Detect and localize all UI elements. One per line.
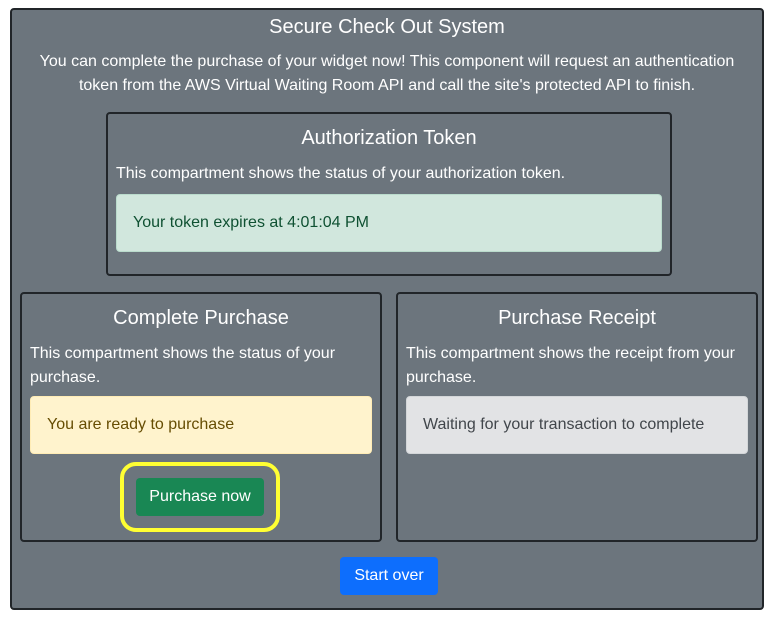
purchase-receipt-title: Purchase Receipt xyxy=(498,307,656,329)
authorization-token-description: This compartment shows the status of you… xyxy=(116,165,566,182)
token-status-text: Your token expires at 4:01:04 PM xyxy=(133,214,369,231)
token-status-alert: Your token expires at 4:01:04 PM xyxy=(116,194,662,252)
authorization-token-title: Authorization Token xyxy=(301,127,477,149)
receipt-status-alert: Waiting for your transaction to complete xyxy=(406,396,748,454)
intro-text: You can complete the purchase of your wi… xyxy=(39,53,735,94)
checkout-panel: Secure Check Out System You can complete… xyxy=(10,8,764,610)
start-over-button[interactable]: Start over xyxy=(340,557,438,595)
complete-purchase-title: Complete Purchase xyxy=(113,307,289,329)
receipt-status-text: Waiting for your transaction to complete xyxy=(423,416,705,433)
purchase-status-text: You are ready to purchase xyxy=(47,416,235,433)
complete-purchase-card: Complete Purchase This compartment shows… xyxy=(20,292,382,542)
purchase-now-button[interactable]: Purchase now xyxy=(136,478,264,516)
complete-purchase-description: This compartment shows the status of you… xyxy=(30,345,336,386)
page-title: Secure Check Out System xyxy=(269,16,505,38)
authorization-token-card: Authorization Token This compartment sho… xyxy=(106,112,672,276)
purchase-status-alert: You are ready to purchase xyxy=(30,396,372,454)
purchase-receipt-description: This compartment shows the receipt from … xyxy=(406,345,736,386)
purchase-receipt-card: Purchase Receipt This compartment shows … xyxy=(396,292,758,542)
